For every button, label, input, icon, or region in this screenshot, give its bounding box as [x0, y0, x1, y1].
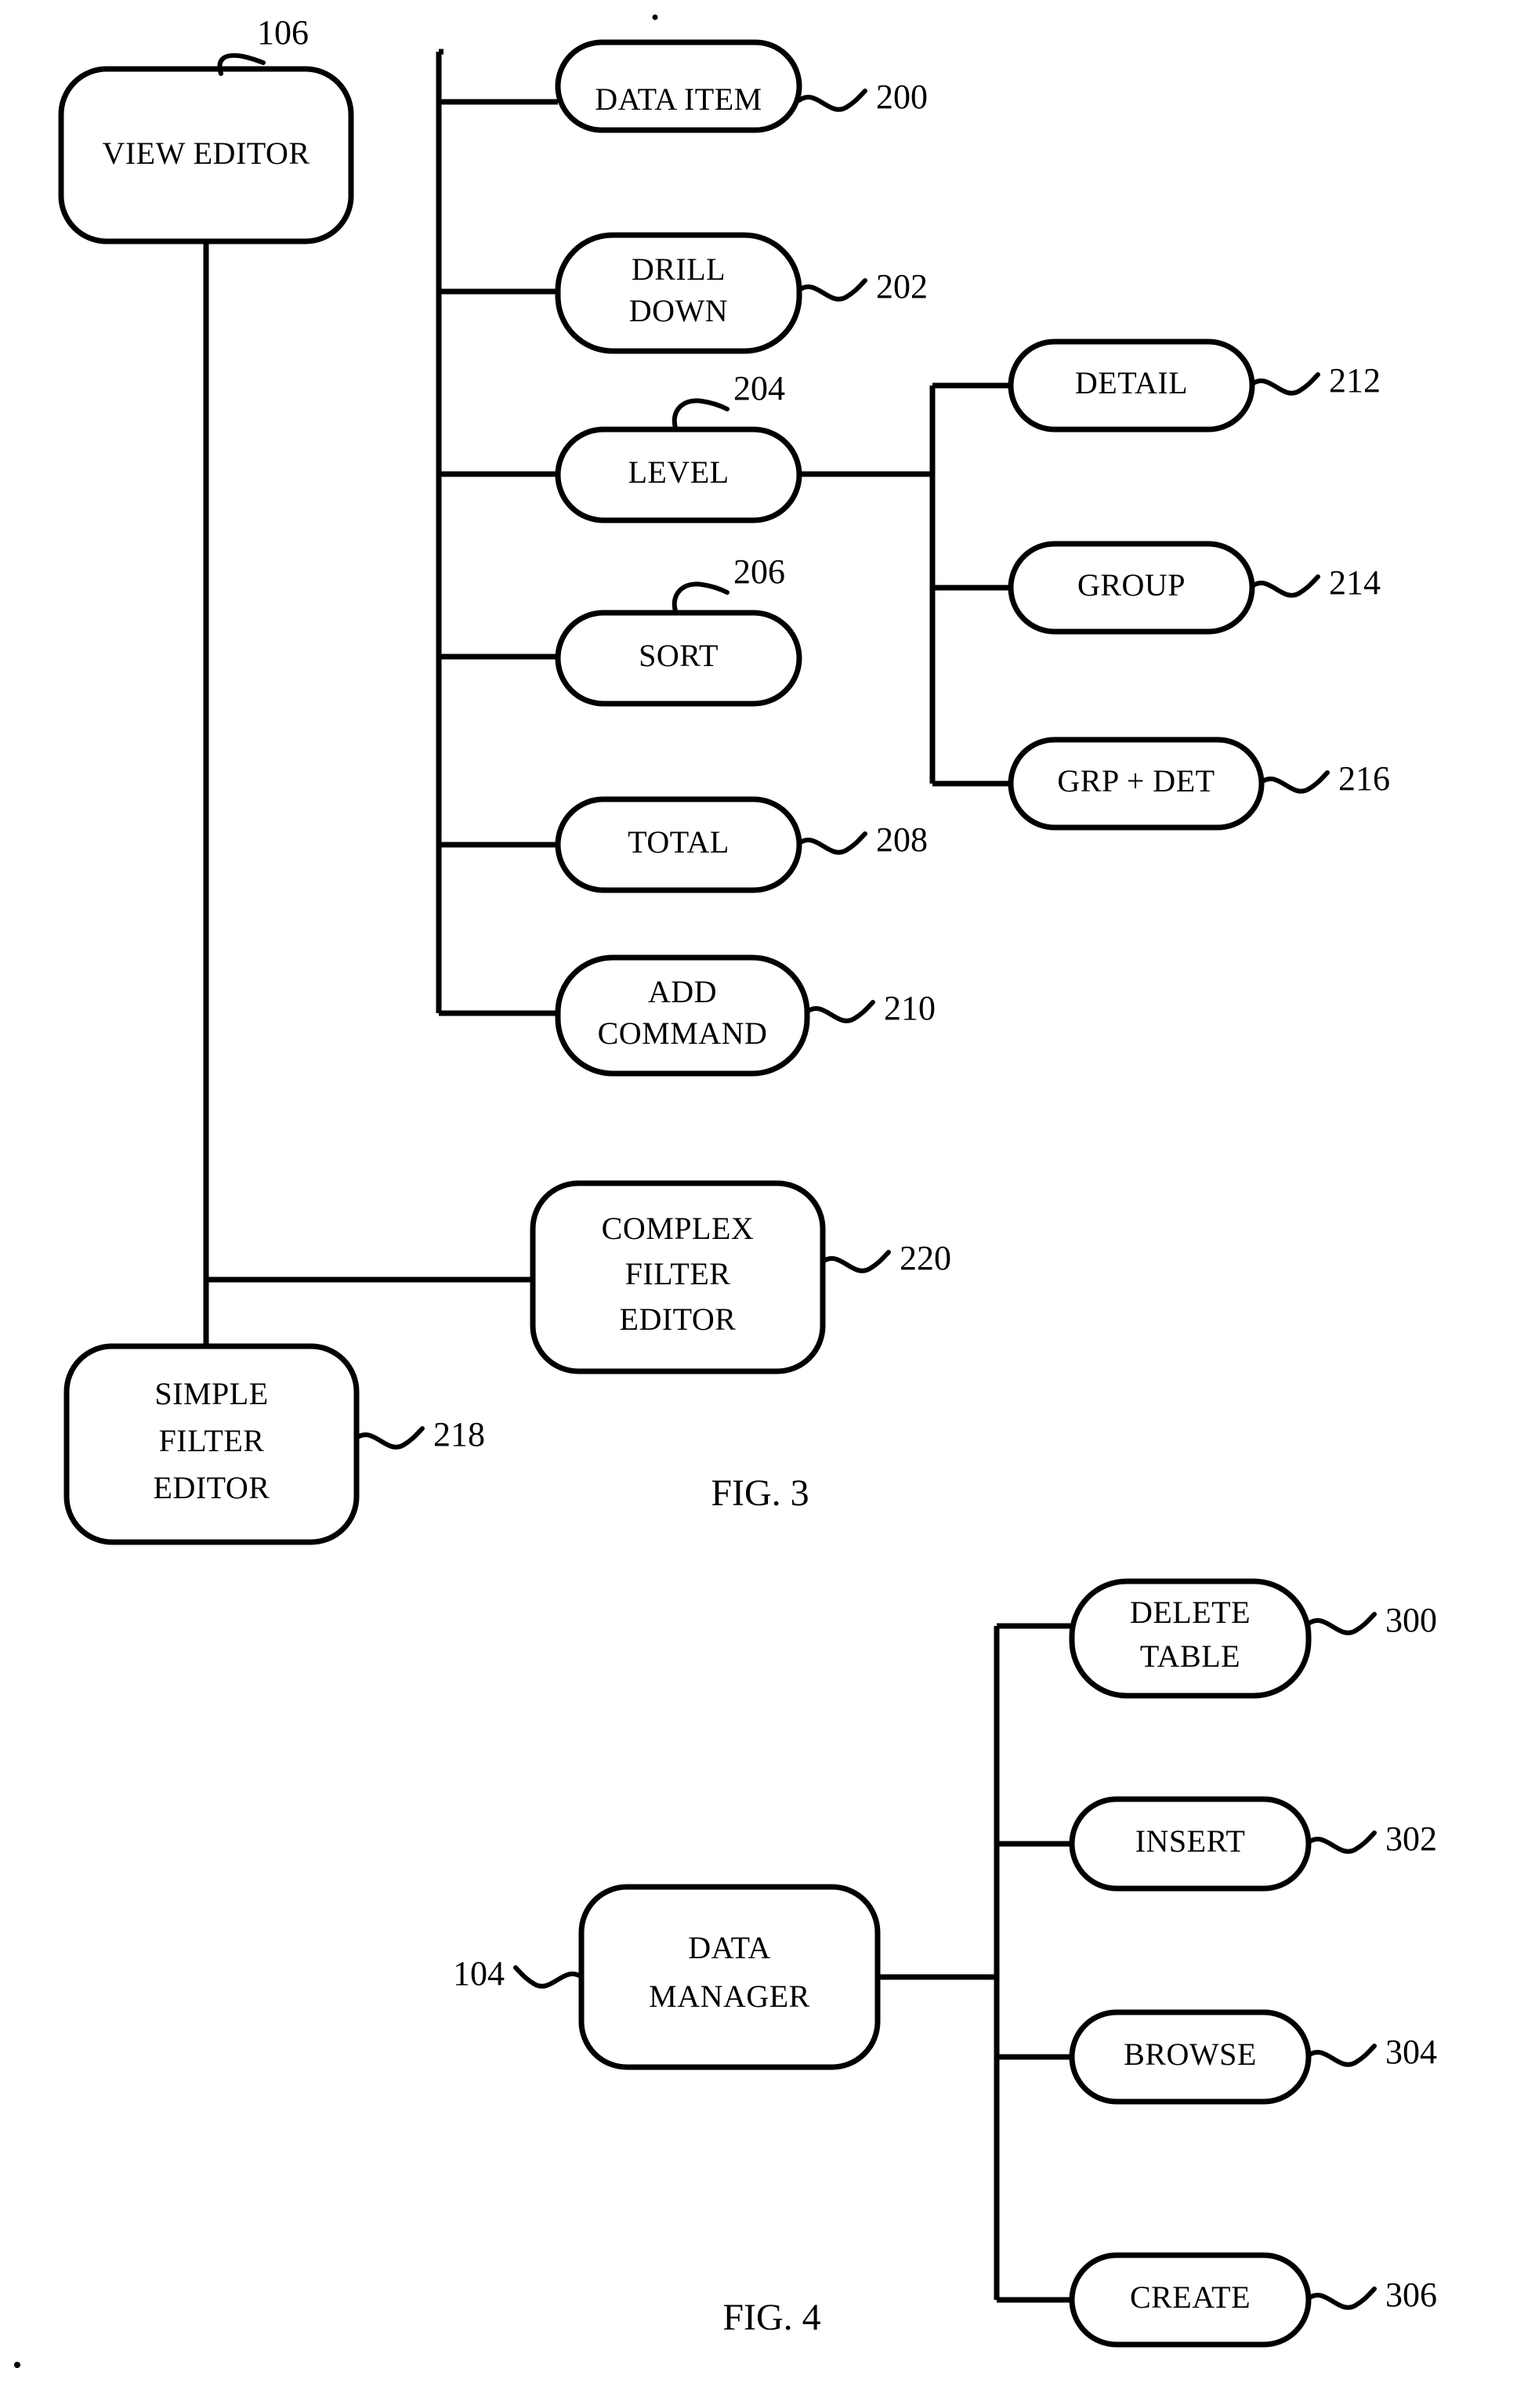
ref-number-302: 302 [1385, 1820, 1437, 1858]
node-drill-down-label-1: DRILL [632, 252, 726, 287]
ref-number-306: 306 [1385, 2276, 1437, 2314]
node-delete-table-label-1: DELETE [1130, 1595, 1251, 1630]
figure-3-caption: FIG. 3 [711, 1472, 809, 1514]
ref-number-106: 106 [257, 13, 309, 52]
node-create[interactable]: CREATE [1069, 2252, 1312, 2348]
ref-number-300: 300 [1385, 1601, 1437, 1639]
ref-number-214: 214 [1329, 563, 1381, 602]
node-add-command[interactable]: ADD COMMAND [555, 954, 810, 1077]
node-group[interactable]: GROUP [1008, 541, 1255, 635]
node-simple-filter-editor[interactable]: SIMPLE FILTER EDITOR [63, 1343, 360, 1545]
node-drill-down-label-2: DOWN [629, 293, 728, 328]
lead-line-216 [1259, 770, 1330, 794]
node-create-label: CREATE [1130, 2279, 1251, 2315]
node-delete-table-label-2: TABLE [1140, 1639, 1240, 1674]
lead-line-220 [820, 1250, 891, 1273]
node-insert[interactable]: INSERT [1069, 1796, 1312, 1892]
node-level[interactable]: LEVEL [555, 426, 802, 523]
node-add-command-label-1: ADD [648, 974, 717, 1009]
node-simple-filter-editor-label-2: FILTER [159, 1423, 265, 1458]
node-data-manager[interactable]: DATA MANAGER [578, 1884, 881, 2070]
ref-number-210: 210 [884, 989, 936, 1027]
node-view-editor[interactable]: VIEW EDITOR [58, 66, 354, 244]
node-add-command-label-2: COMMAND [598, 1016, 768, 1051]
ref-number-104: 104 [453, 1954, 505, 1993]
node-sort-label: SORT [639, 638, 719, 673]
lead-line-208 [797, 831, 867, 855]
ref-number-304: 304 [1385, 2033, 1437, 2071]
node-level-label: LEVEL [628, 454, 729, 490]
node-grp-det-label: GRP + DET [1057, 763, 1215, 798]
node-data-manager-label-1: DATA [688, 1930, 770, 1965]
node-delete-table[interactable]: DELETE TABLE [1069, 1578, 1312, 1699]
lead-line-300 [1306, 1612, 1377, 1635]
node-group-label: GROUP [1077, 567, 1186, 603]
ref-number-218: 218 [433, 1415, 485, 1454]
lead-line-214 [1250, 574, 1320, 598]
lead-line-306 [1306, 2287, 1377, 2310]
lead-line-200 [797, 89, 867, 112]
ref-number-208: 208 [876, 820, 928, 859]
lead-line-104 [513, 1965, 584, 1989]
node-drill-down[interactable]: DRILL DOWN [555, 232, 802, 354]
print-speck [652, 14, 658, 20]
node-grp-det[interactable]: GRP + DET [1008, 737, 1265, 831]
ref-number-212: 212 [1329, 361, 1381, 400]
node-browse-label: BROWSE [1124, 2037, 1257, 2072]
ref-number-202: 202 [876, 267, 928, 306]
ref-number-220: 220 [900, 1239, 951, 1277]
node-detail[interactable]: DETAIL [1008, 339, 1255, 433]
node-complex-filter-editor-label-1: COMPLEX [602, 1211, 755, 1246]
lead-line-204 [672, 398, 729, 430]
node-total-label: TOTAL [628, 824, 729, 860]
lead-line-304 [1306, 2044, 1377, 2067]
node-sort[interactable]: SORT [555, 610, 802, 707]
lead-line-206 [672, 581, 729, 614]
node-browse[interactable]: BROWSE [1069, 2009, 1312, 2105]
figure-canvas: VIEW EDITOR 106 DATA ITEM 200 DRILL DOWN… [14, 13, 1437, 2368]
lead-line-212 [1250, 372, 1320, 396]
node-simple-filter-editor-label-1: SIMPLE [154, 1376, 268, 1411]
node-insert-label: INSERT [1135, 1823, 1246, 1859]
node-total[interactable]: TOTAL [555, 796, 802, 893]
node-complex-filter-editor-label-2: FILTER [625, 1256, 731, 1291]
lead-line-202 [797, 278, 867, 302]
lead-line-210 [805, 1000, 875, 1023]
print-speck [14, 2362, 20, 2368]
ref-number-200: 200 [876, 78, 928, 116]
lead-line-302 [1306, 1830, 1377, 1854]
figure-4-caption: FIG. 4 [722, 2297, 820, 2338]
ref-number-204: 204 [733, 369, 785, 407]
node-data-item-label: DATA ITEM [595, 81, 762, 117]
ref-number-216: 216 [1338, 759, 1390, 798]
node-data-item[interactable]: DATA ITEM [555, 39, 802, 133]
node-complex-filter-editor-label-3: EDITOR [620, 1302, 737, 1337]
node-view-editor-label: VIEW EDITOR [102, 136, 310, 171]
lead-line-218 [354, 1426, 425, 1450]
ref-number-206: 206 [733, 552, 785, 591]
node-simple-filter-editor-label-3: EDITOR [154, 1470, 270, 1505]
node-complex-filter-editor[interactable]: COMPLEX FILTER EDITOR [530, 1180, 826, 1374]
node-data-manager-label-2: MANAGER [649, 1979, 810, 2014]
patent-figure-sheet: VIEW EDITOR 106 DATA ITEM 200 DRILL DOWN… [0, 0, 1535, 2408]
node-detail-label: DETAIL [1075, 365, 1188, 400]
